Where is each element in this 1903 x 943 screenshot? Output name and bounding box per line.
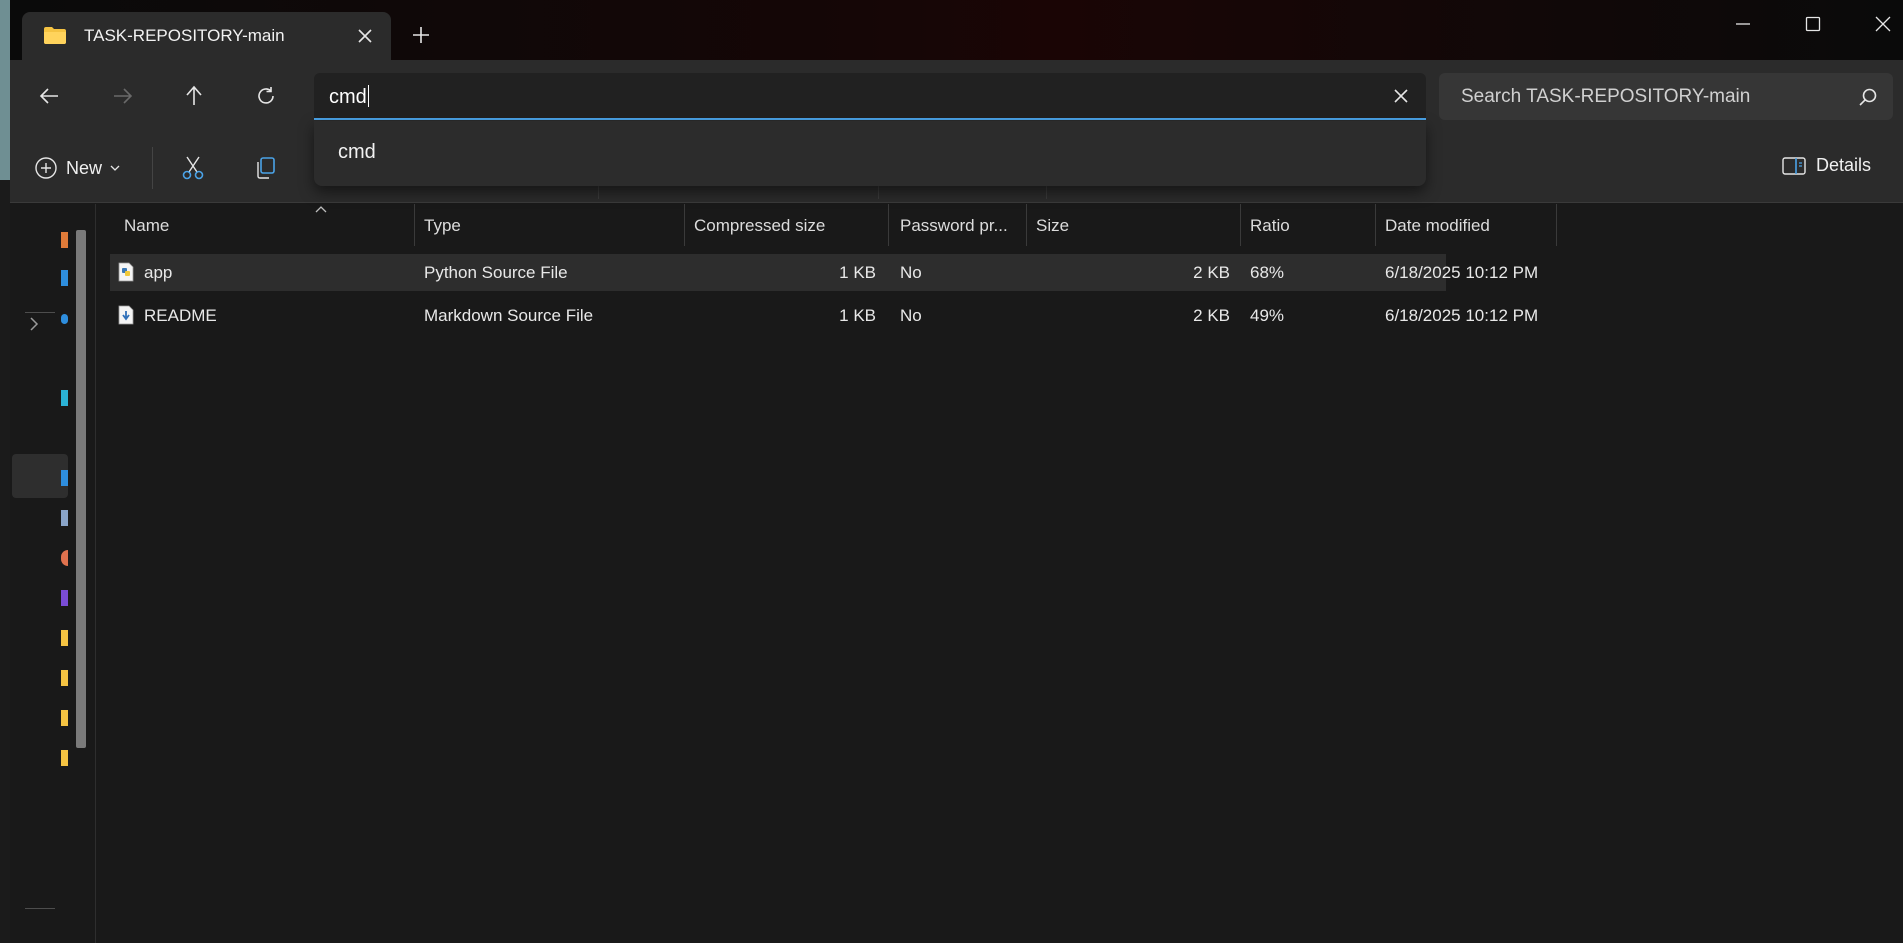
column-separator[interactable] [684, 204, 685, 246]
new-tab-icon[interactable] [408, 22, 434, 48]
toolbar-separator [1046, 185, 1047, 199]
maximize-icon [1805, 16, 1821, 32]
column-header-ratio[interactable]: Ratio [1250, 204, 1290, 248]
column-header-size[interactable]: Size [1036, 204, 1069, 248]
markdown-file-icon [118, 305, 134, 325]
nav-scrollbar[interactable] [76, 230, 86, 748]
arrow-up-icon [186, 85, 202, 105]
address-input[interactable]: cmd [314, 73, 1426, 120]
copy-icon[interactable] [252, 155, 278, 181]
nav-selected-item[interactable] [12, 454, 68, 498]
nav-item-icon[interactable] [61, 270, 68, 286]
chevron-down-icon [110, 165, 120, 171]
details-pane-icon [1782, 156, 1806, 175]
chevron-right-icon[interactable] [27, 317, 41, 331]
search-placeholder: Search TASK-REPOSITORY-main [1461, 86, 1751, 107]
desktop-edge [0, 0, 10, 943]
nav-item-icon[interactable] [61, 590, 68, 606]
file-name: app [144, 262, 173, 282]
file-date-modified: 6/18/2025 10:12 PM [1385, 305, 1539, 325]
arrow-left-icon [39, 88, 58, 104]
nav-item-icon[interactable] [61, 510, 68, 526]
nav-divider [25, 908, 55, 909]
navigation-pane [10, 204, 96, 943]
autocomplete-item[interactable]: cmd [338, 141, 376, 164]
folder-icon [44, 27, 66, 44]
close-window-button[interactable] [1860, 6, 1903, 42]
file-row-readme[interactable]: README Markdown Source File 1 KB No 2 KB… [110, 297, 1538, 334]
file-ratio: 68% [1250, 262, 1285, 282]
file-name: README [144, 305, 217, 325]
nav-item-icon[interactable] [61, 550, 68, 566]
file-password-protected: No [900, 262, 922, 282]
search-icon[interactable] [1857, 86, 1879, 108]
file-size: 2 KB [1193, 305, 1230, 325]
nav-divider [25, 312, 55, 313]
file-list: Name Type Compressed size Password pr...… [96, 204, 1903, 943]
column-header-type[interactable]: Type [424, 204, 461, 248]
refresh-icon [258, 87, 274, 104]
minimize-icon [1736, 23, 1750, 25]
tab-title: TASK-REPOSITORY-main [84, 26, 285, 45]
toolbar-separator [598, 185, 599, 199]
close-tab-icon[interactable] [352, 23, 378, 49]
address-autocomplete-dropdown: cmd [314, 121, 1426, 186]
column-separator[interactable] [414, 204, 415, 246]
column-header-date-modified[interactable]: Date modified [1385, 204, 1490, 248]
column-header-name[interactable]: Name [124, 204, 169, 248]
column-separator[interactable] [1240, 204, 1241, 246]
minimize-button[interactable] [1720, 6, 1766, 42]
back-button[interactable] [34, 80, 66, 112]
nav-item-icon[interactable] [61, 470, 68, 486]
details-label: Details [1816, 155, 1872, 175]
column-header-password-protected[interactable]: Password pr... [900, 204, 1008, 248]
column-separator[interactable] [1375, 204, 1376, 246]
file-explorer-window: TASK-REPOSITORY-main cmd Search TASK-REP… [10, 0, 1903, 943]
folder-icon[interactable] [61, 750, 68, 766]
text-caret [367, 85, 369, 107]
nav-item-icon[interactable] [61, 232, 68, 248]
title-bar: TASK-REPOSITORY-main [10, 0, 1903, 60]
refresh-button[interactable] [250, 80, 282, 112]
file-type: Python Source File [424, 262, 568, 282]
file-compressed-size: 1 KB [839, 262, 876, 282]
file-size: 2 KB [1193, 262, 1230, 282]
arrow-right-icon [114, 88, 133, 104]
file-compressed-size: 1 KB [839, 305, 876, 325]
clear-address-icon[interactable] [1390, 85, 1412, 107]
toolbar-separator [878, 185, 879, 199]
forward-button[interactable] [106, 80, 138, 112]
new-button[interactable]: New [34, 153, 120, 183]
file-row-app[interactable]: app Python Source File 1 KB No 2 KB 68% … [110, 254, 1538, 291]
up-button[interactable] [178, 80, 210, 112]
sort-ascending-icon [315, 206, 327, 213]
file-ratio: 49% [1250, 305, 1285, 325]
column-separator[interactable] [888, 204, 889, 246]
toolbar-separator [152, 147, 153, 189]
search-input[interactable]: Search TASK-REPOSITORY-main [1439, 73, 1893, 120]
folder-icon[interactable] [61, 670, 68, 686]
details-pane-button[interactable]: Details [1782, 155, 1871, 176]
close-icon [1875, 16, 1891, 32]
new-label: New [66, 157, 103, 178]
folder-icon[interactable] [61, 630, 68, 646]
cut-icon[interactable] [180, 155, 206, 181]
folder-icon[interactable] [61, 710, 68, 726]
desktop-wallpaper-strip [0, 0, 10, 180]
column-header-compressed-size[interactable]: Compressed size [694, 204, 825, 248]
python-file-icon [118, 262, 134, 282]
file-password-protected: No [900, 305, 922, 325]
column-separator[interactable] [1026, 204, 1027, 246]
nav-item-icon[interactable] [61, 390, 68, 406]
nav-item-icon[interactable] [61, 314, 68, 324]
address-value[interactable]: cmd [329, 85, 369, 109]
plus-circle-icon [35, 157, 57, 179]
file-type: Markdown Source File [424, 305, 594, 325]
file-date-modified: 6/18/2025 10:12 PM [1385, 262, 1539, 282]
column-separator[interactable] [1556, 204, 1557, 246]
maximize-button[interactable] [1790, 6, 1836, 42]
tab-task-repository-main[interactable]: TASK-REPOSITORY-main [22, 12, 391, 60]
